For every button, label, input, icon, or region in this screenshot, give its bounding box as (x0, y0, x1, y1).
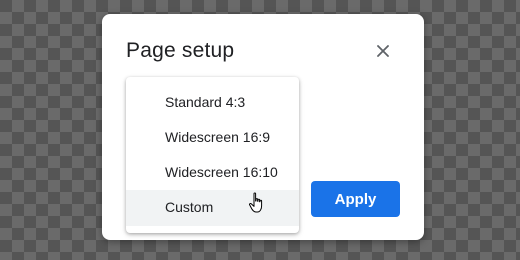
option-standard-4-3[interactable]: Standard 4:3 (126, 85, 299, 120)
close-icon[interactable] (372, 40, 394, 62)
option-widescreen-16-9[interactable]: Widescreen 16:9 (126, 120, 299, 155)
slide-size-dropdown: Standard 4:3 Widescreen 16:9 Widescreen … (126, 77, 299, 233)
dialog-title: Page setup (126, 39, 235, 62)
page-setup-dialog: Page setup Standard 4:3 Widescreen 16:9 … (102, 14, 424, 240)
apply-button[interactable]: Apply (311, 181, 400, 217)
option-widescreen-16-10[interactable]: Widescreen 16:10 (126, 155, 299, 190)
option-custom[interactable]: Custom (126, 190, 299, 226)
